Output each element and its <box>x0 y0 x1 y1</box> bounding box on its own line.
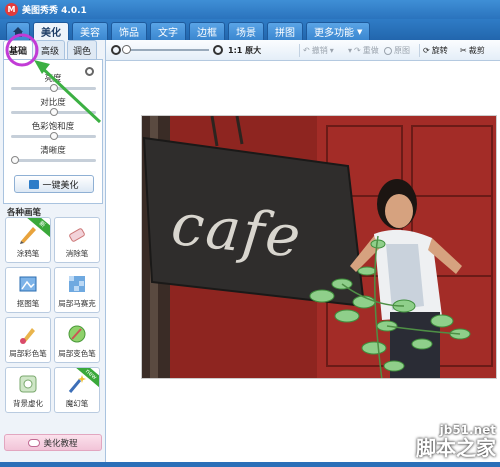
photo-canvas[interactable]: cafe <box>141 115 497 379</box>
subtab-color[interactable]: 调色 <box>67 40 97 59</box>
tab-beautify[interactable]: 美化 <box>33 22 69 40</box>
tab-beauty[interactable]: 美容 <box>72 22 108 40</box>
beautify-tutorial-label: 美化教程 <box>43 438 78 449</box>
mosaic-icon <box>69 276 85 292</box>
recolor-pen-button[interactable]: 局部变色笔 <box>54 317 100 363</box>
slider-label-sharpness: 清晰度 <box>40 146 66 156</box>
brush-label: 局部变色笔 <box>58 349 96 358</box>
home-icon <box>12 26 24 37</box>
subtab-basic[interactable]: 基础 <box>3 40 33 59</box>
zoom-in-icon[interactable] <box>213 45 223 55</box>
title-bar: M 美图秀秀 4.0.1 <box>0 0 500 19</box>
rotate-icon: ⟳ <box>423 46 430 55</box>
actual-size-button[interactable]: 1:1 原大 <box>228 44 261 57</box>
brush-label: 涂鸦笔 <box>16 249 40 258</box>
contrast-slider[interactable] <box>11 108 96 116</box>
main-nav: 美化 美容 饰品 文字 边框 场景 拼图 更多功能 ▼ <box>0 19 500 40</box>
slider-label-contrast: 对比度 <box>40 98 66 108</box>
magic-pen-button[interactable]: 魔幻笔 new <box>54 367 100 413</box>
beautify-tutorial-button[interactable]: 美化教程 <box>4 434 102 451</box>
original-image-button[interactable]: 原图 <box>384 44 410 57</box>
color-pen-icon <box>20 328 35 344</box>
tab-home[interactable] <box>6 22 30 40</box>
rotate-button[interactable]: ⟳ 旋转 <box>423 44 448 57</box>
slider-knob[interactable] <box>11 156 19 164</box>
zoom-slider-knob[interactable] <box>122 45 131 54</box>
undo-button[interactable]: ↶ 撤销 ▾ <box>303 44 334 57</box>
slider-knob[interactable] <box>49 108 58 116</box>
chevron-down-icon: ▼ <box>357 27 363 36</box>
blur-background-icon <box>19 375 37 393</box>
window-title: 美图秀秀 4.0.1 <box>22 6 87 16</box>
brush-label: 局部马赛克 <box>58 299 96 308</box>
doodle-pen-icon <box>20 227 36 244</box>
basic-adjust-panel: 亮度 对比度 色彩饱和度 清晰度 一键美化 <box>3 59 103 204</box>
brush-label: 抠图笔 <box>16 299 40 308</box>
left-panel: 基础 高级 调色 亮度 对比度 色彩饱和度 清晰度 一键美化 各种画笔 涂鸦笔 … <box>0 40 106 462</box>
blur-background-button[interactable]: 背景虚化 <box>5 367 51 413</box>
slider-knob[interactable] <box>49 132 58 140</box>
zoom-slider[interactable] <box>125 49 209 51</box>
original-image-icon <box>384 46 392 55</box>
chevron-down-icon: ▾ <box>348 46 353 55</box>
brightness-slider[interactable] <box>11 84 96 92</box>
brush-label: 消除笔 <box>65 249 89 258</box>
adjust-subtabs: 基础 高级 调色 <box>3 40 97 59</box>
color-pen-button[interactable]: 局部彩色笔 <box>5 317 51 363</box>
toolbar-divider <box>299 44 300 57</box>
more-features-label: 更多功能 <box>314 28 354 39</box>
image-toolbar: 1:1 原大 ↶ 撤销 ▾ ▾ ↷ 重做 原图 ⟳ 旋转 ✂ 裁剪 <box>106 40 500 61</box>
tab-more-features[interactable]: 更多功能 ▼ <box>306 22 371 40</box>
saturation-slider[interactable] <box>11 132 96 140</box>
crop-button[interactable]: ✂ 裁剪 <box>460 44 485 57</box>
app-logo-icon: M <box>5 3 18 16</box>
undo-label: 撤销 <box>311 46 328 55</box>
original-image-label: 原图 <box>394 46 410 55</box>
chevron-down-icon: ▾ <box>329 46 334 55</box>
cutout-pen-icon <box>19 276 37 292</box>
redo-icon: ↷ <box>354 46 361 55</box>
slider-knob[interactable] <box>49 84 58 92</box>
sharpness-slider[interactable] <box>11 156 96 164</box>
recolor-pen-icon <box>68 325 86 343</box>
cafe-sign-text: cafe <box>168 190 305 271</box>
eraser-pen-icon <box>69 228 85 242</box>
undo-icon: ↶ <box>303 46 310 55</box>
rotate-label: 旋转 <box>431 46 448 55</box>
eraser-pen-button[interactable]: 消除笔 <box>54 217 100 263</box>
tab-collage[interactable]: 拼图 <box>267 22 303 40</box>
doodle-pen-button[interactable]: 涂鸦笔 新 <box>5 217 51 263</box>
tab-text[interactable]: 文字 <box>150 22 186 40</box>
magic-pen-icon <box>68 375 86 393</box>
tab-scene[interactable]: 场景 <box>228 22 264 40</box>
tab-accessories[interactable]: 饰品 <box>111 22 147 40</box>
canvas-area[interactable]: cafe <box>106 61 500 462</box>
brush-label: 背景虚化 <box>13 399 43 408</box>
crop-label: 裁剪 <box>468 46 485 55</box>
tab-frame[interactable]: 边框 <box>189 22 225 40</box>
magic-wand-icon <box>29 179 40 189</box>
photo-image: cafe <box>142 116 496 378</box>
zoom-out-icon[interactable] <box>111 45 121 55</box>
slider-label-saturation: 色彩饱和度 <box>31 122 75 132</box>
redo-label: 重做 <box>362 46 379 55</box>
scissors-icon: ✂ <box>460 46 467 55</box>
mosaic-button[interactable]: 局部马赛克 <box>54 267 100 313</box>
one-click-beautify-button[interactable]: 一键美化 <box>14 175 94 193</box>
hand-pointer-icon <box>28 438 41 447</box>
slider-label-brightness: 亮度 <box>44 74 62 84</box>
subtab-advanced[interactable]: 高级 <box>35 40 65 59</box>
one-click-beautify-label: 一键美化 <box>42 180 79 191</box>
cutout-pen-button[interactable]: 抠图笔 <box>5 267 51 313</box>
status-bar <box>0 462 500 467</box>
toolbar-divider <box>419 44 420 57</box>
brush-label: 魔幻笔 <box>65 399 89 408</box>
brush-label: 局部彩色笔 <box>9 349 47 358</box>
redo-button[interactable]: ▾ ↷ 重做 <box>348 44 379 57</box>
